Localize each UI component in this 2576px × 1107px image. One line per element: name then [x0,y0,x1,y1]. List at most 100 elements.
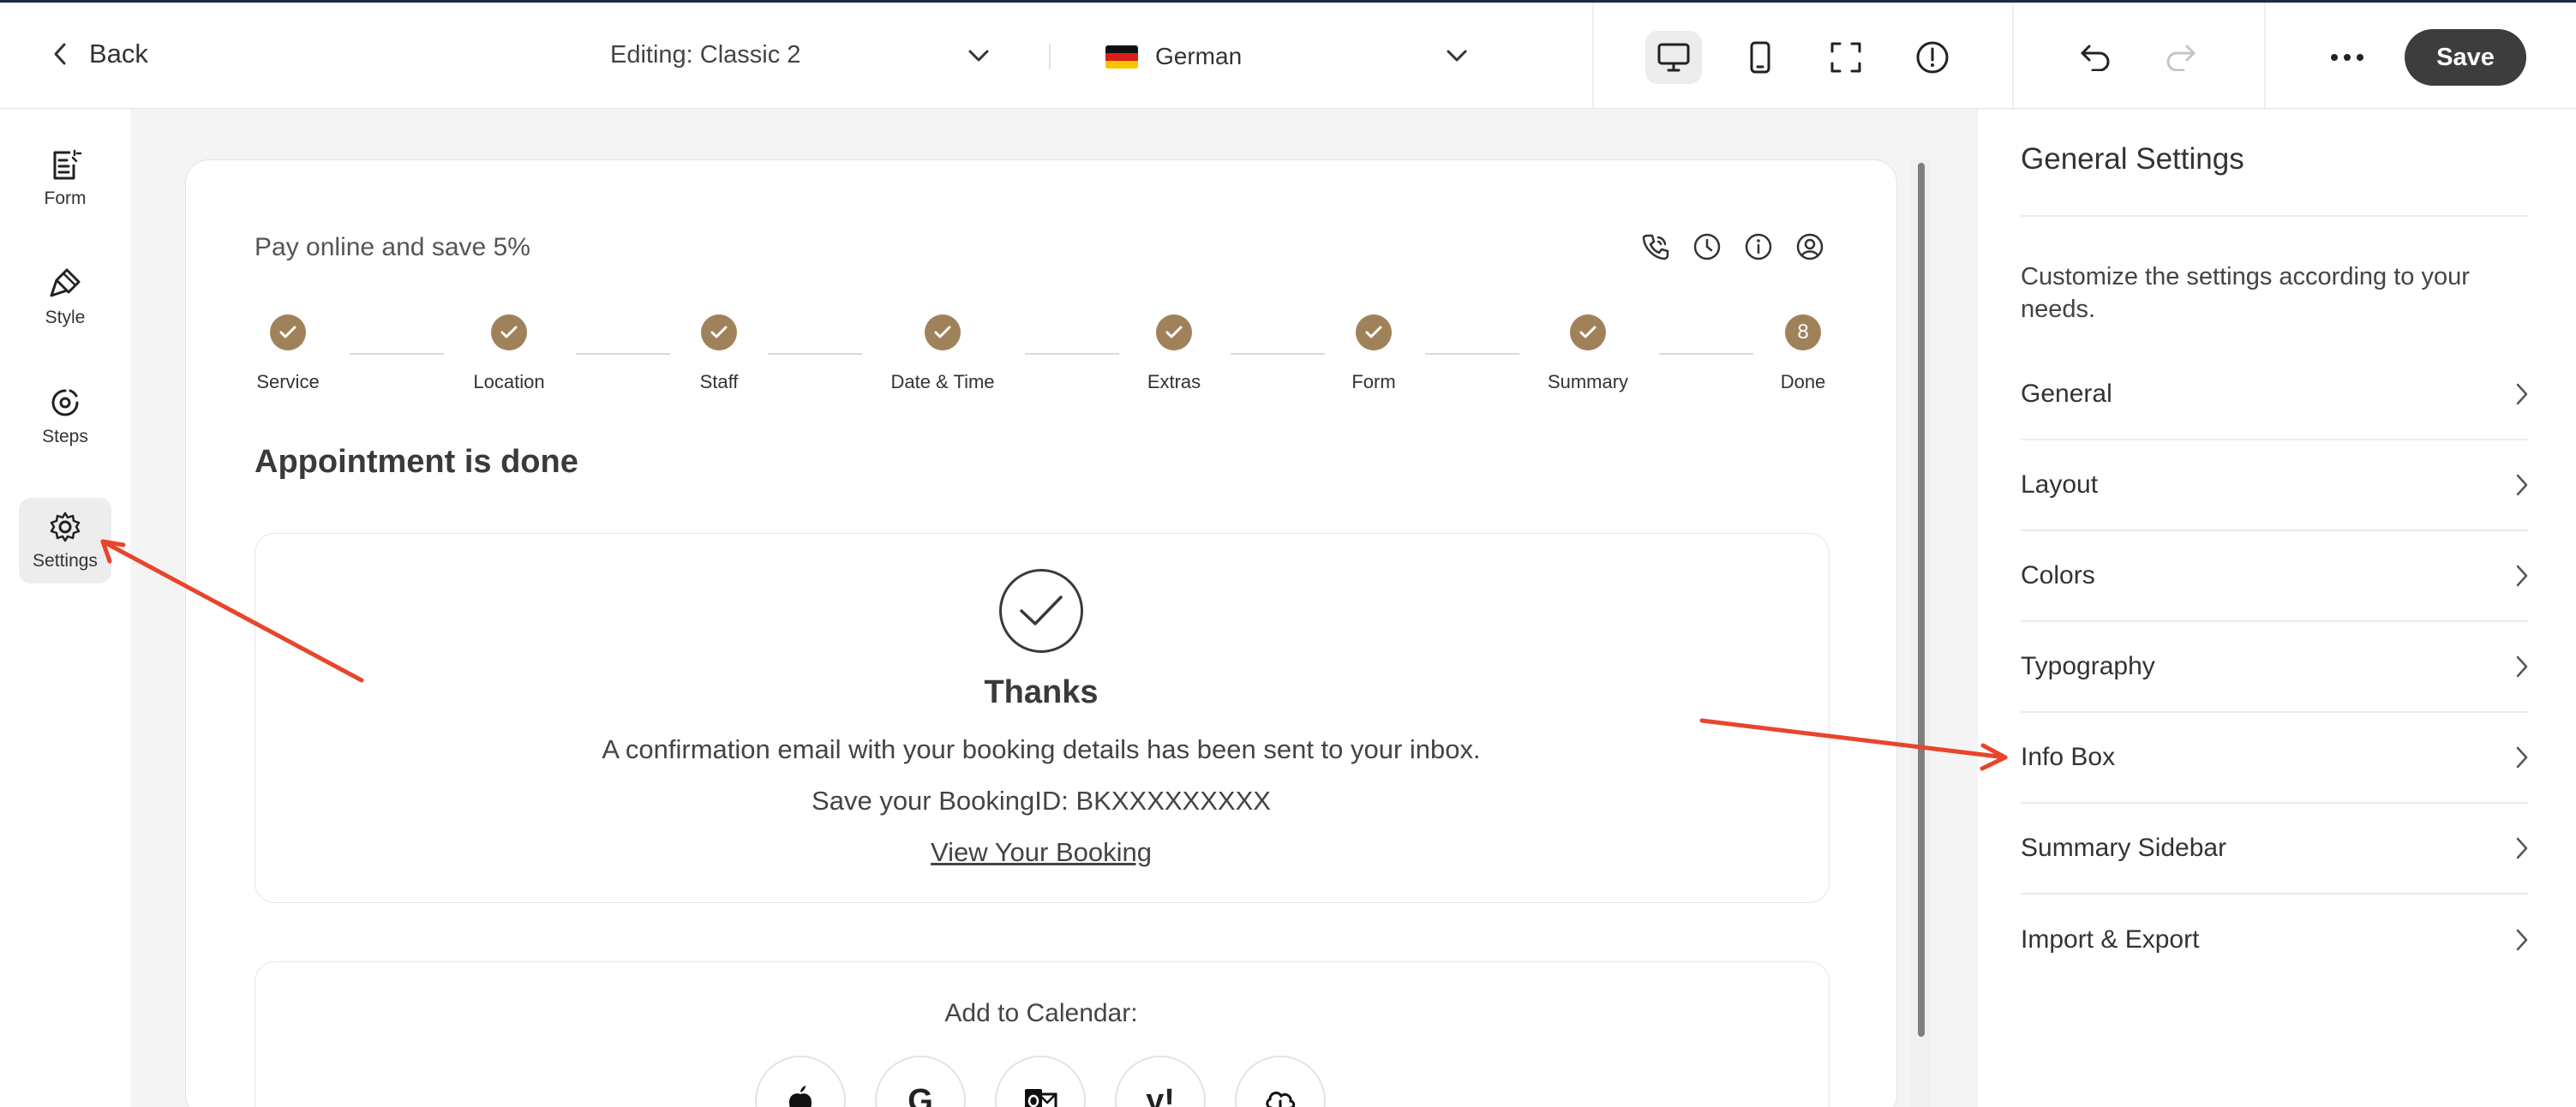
settings-item-info-box[interactable]: Info Box [2021,713,2528,804]
desktop-view-button[interactable] [1645,31,1702,84]
fullscreen-button[interactable] [1818,31,1874,84]
user-icon[interactable] [1793,230,1827,264]
brush-icon [50,268,81,297]
step-check-icon [925,314,961,350]
promo-text: Pay online and save 5% [255,233,530,261]
chevron-left-icon [54,43,66,65]
settings-item-colors[interactable]: Colors [2021,531,2528,622]
step-check-icon [1356,314,1392,350]
more-options-button[interactable] [2319,31,2375,84]
step-connector [768,353,862,355]
settings-item-label: Colors [2021,561,2095,589]
cloud-download-icon [1266,1092,1296,1107]
step-label: Done [1780,371,1826,392]
back-label: Back [89,39,148,69]
step-label: Location [473,371,545,392]
step-check-icon [1570,314,1606,350]
confirmation-text: A confirmation email with your booking d… [602,734,1481,764]
save-button[interactable]: Save [2405,29,2526,86]
rail-item-steps[interactable]: Steps [19,374,111,459]
divider [1592,3,1594,111]
settings-item-summary-sidebar[interactable]: Summary Sidebar [2021,804,2528,895]
settings-item-import-export[interactable]: Import & Export [2021,895,2528,985]
divider [2264,3,2266,111]
chevron-right-icon [2516,383,2528,405]
language-selector[interactable]: German [1155,43,1242,70]
step-connector [1425,353,1519,355]
chevron-right-icon [2516,565,2528,587]
rail-label: Steps [42,427,88,446]
rail-item-style[interactable]: Style [19,254,111,340]
divider [1049,44,1051,69]
step-label: Service [256,371,320,392]
booking-id-text: Save your BookingID: BKXXXXXXXXX [812,786,1271,816]
step-number: 8 [1785,314,1821,350]
rail-label: Style [45,308,86,327]
alert-circle-icon [1916,41,1949,74]
step-connector [1659,353,1753,355]
undo-button[interactable] [2067,31,2124,84]
step-check-icon [701,314,737,350]
settings-item-typography[interactable]: Typography [2021,622,2528,713]
appointment-title: Appointment is done [255,444,578,480]
german-flag-icon [1105,45,1138,69]
info-icon[interactable] [1741,230,1776,264]
apple-icon [789,1086,812,1107]
step-connector [1231,353,1325,355]
step-label: Form [1351,371,1396,392]
chevron-down-icon[interactable] [1445,44,1469,68]
chevron-right-icon [2516,929,2528,951]
step-connector [1025,353,1119,355]
chevron-down-icon[interactable] [967,44,991,68]
settings-item-label: General [2021,380,2112,408]
step-check-icon [1156,314,1192,350]
redo-icon [2166,45,2196,71]
left-rail: Form Style Steps Settings [0,110,130,1107]
check-circle-icon [999,569,1083,653]
step-check-icon [270,314,306,350]
back-button[interactable]: Back [53,39,148,69]
gear-icon [50,512,81,542]
mobile-view-button[interactable] [1732,31,1788,84]
scrollbar-thumb[interactable] [1918,163,1925,1037]
chevron-right-icon [2516,746,2528,769]
divider [2012,3,2014,111]
step-connector [576,353,670,355]
settings-item-label: Import & Export [2021,925,2200,954]
form-icon [53,149,82,180]
step-label: Date & Time [890,371,995,392]
desktop-icon [1657,43,1690,72]
redo-button[interactable] [2153,31,2209,84]
chevron-right-icon [2516,655,2528,678]
settings-item-general[interactable]: General [2021,350,2528,440]
more-horizontal-icon [2331,54,2363,61]
undo-icon [2081,45,2110,71]
settings-item-label: Info Box [2021,743,2116,771]
rail-label: Settings [33,551,98,571]
view-booking-link[interactable]: View Your Booking [931,837,1152,867]
editing-template-selector[interactable]: Editing: Classic 2 [610,41,800,69]
add-to-calendar-title: Add to Calendar: [944,999,1138,1027]
rail-item-form[interactable]: Form [19,135,111,221]
top-bar: Back Editing: Classic 2 German Save [0,0,2576,111]
step-label: Extras [1147,371,1201,392]
yahoo-icon: y! [1146,1082,1175,1107]
chevron-right-icon [2516,474,2528,496]
thanks-heading: Thanks [984,674,1099,710]
step-label: Staff [699,371,739,392]
settings-item-label: Layout [2021,470,2099,499]
panel-description: Customize the settings according to your… [2021,263,2470,323]
clock-icon[interactable] [1690,230,1724,264]
phone-icon[interactable] [1638,230,1673,264]
steps-icon [51,389,79,416]
step-label: Summary [1547,371,1629,392]
chevron-right-icon [2516,837,2528,859]
divider [2021,215,2528,217]
outlook-icon [1025,1089,1057,1107]
settings-item-label: Typography [2021,652,2155,680]
settings-item-label: Summary Sidebar [2021,834,2227,862]
step-check-icon [491,314,527,350]
rail-item-settings[interactable]: Settings [19,498,111,583]
settings-item-layout[interactable]: Layout [2021,440,2528,531]
info-alert-button[interactable] [1904,31,1961,84]
